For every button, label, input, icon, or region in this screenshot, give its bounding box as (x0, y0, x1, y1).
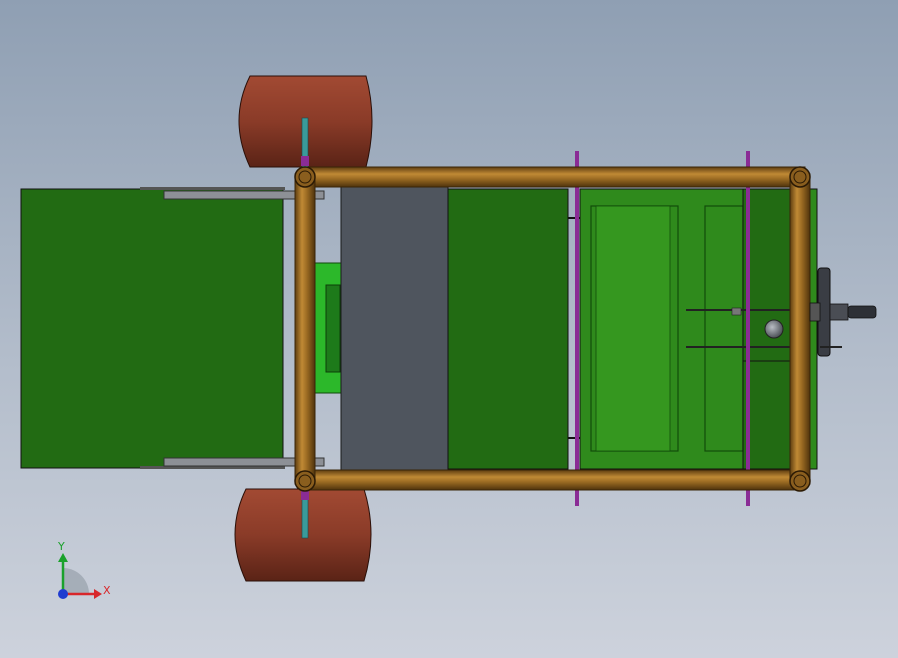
middle-panel[interactable] (447, 188, 588, 470)
triad-y-label: Y (57, 540, 65, 553)
seat-plate[interactable] (340, 186, 449, 471)
front-panel[interactable] (579, 188, 818, 470)
chassis-model-view[interactable]: Y X (0, 0, 898, 658)
cad-viewport[interactable]: Y X (0, 0, 898, 658)
rear-panel[interactable] (20, 187, 285, 469)
coordinate-triad-icon (58, 553, 102, 599)
steering-wheel-icon[interactable] (809, 267, 877, 357)
triad-x-label: X (103, 584, 111, 597)
